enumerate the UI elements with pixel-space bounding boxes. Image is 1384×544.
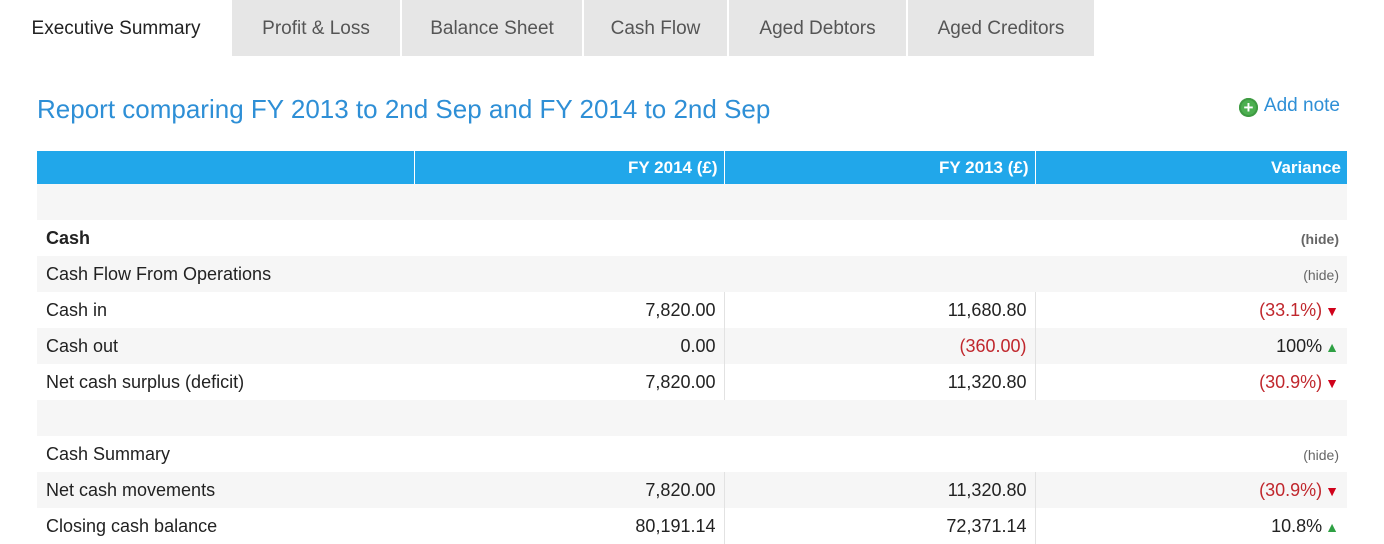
fy2013-value: 11,320.80 <box>724 472 1036 508</box>
row-label: Closing cash balance <box>46 515 218 536</box>
arrow-down-icon: ▼ <box>1325 482 1339 499</box>
arrow-up-icon: ▲ <box>1325 338 1339 355</box>
row-label: Cash in <box>46 299 108 320</box>
spacer-row <box>37 184 1347 220</box>
tab-executive-summary[interactable]: Executive Summary <box>0 0 232 56</box>
table-row: Net cash movements 7,820.00 11,320.80 (3… <box>37 472 1347 508</box>
section-cash-row: Cash (hide) <box>37 220 1347 256</box>
fy2014-value: 7,820.00 <box>414 364 725 400</box>
row-label: Cash out <box>37 328 414 364</box>
tab-profit-loss[interactable]: Profit & Loss <box>232 0 400 56</box>
fy2014-value: 80,191.14 <box>414 508 725 544</box>
row-label: Net cash movements <box>37 472 414 508</box>
arrow-up-icon: ▲ <box>1325 518 1339 535</box>
arrow-down-icon: ▼ <box>1325 374 1339 391</box>
tab-aged-creditors[interactable]: Aged Creditors <box>908 0 1094 56</box>
variance-value: (33.1%) <box>1259 299 1323 320</box>
section-label: Cash <box>46 227 91 248</box>
arrow-down-icon: ▼ <box>1325 302 1339 319</box>
header-fy2014: FY 2014 (£) <box>413 151 724 184</box>
cash-report-table: FY 2014 (£) FY 2013 (£) Variance Cash (h… <box>37 151 1347 544</box>
header-label-col <box>37 151 414 184</box>
report-title: Report comparing FY 2013 to 2nd Sep and … <box>37 94 771 124</box>
subsection-label: Cash Flow From Operations <box>37 256 414 292</box>
fy2014-value: 7,820.00 <box>414 472 725 508</box>
subsection-summary-row: Cash Summary (hide) <box>37 436 1347 472</box>
fy2013-value: 72,371.14 <box>724 508 1036 544</box>
fy2013-value: 11,320.80 <box>724 364 1036 400</box>
add-icon: + <box>1238 98 1258 117</box>
subsection-label: Cash Summary <box>46 443 171 464</box>
report-tabs: Executive Summary Profit & Loss Balance … <box>0 0 1384 56</box>
table-row: Cash in 7,820.00 11,680.80 (33.1%) ▼ <box>37 292 1347 328</box>
fy2014-value: 0.00 <box>414 328 725 364</box>
hide-link[interactable]: (hide) <box>1303 267 1339 283</box>
tab-aged-debtors[interactable]: Aged Debtors <box>729 0 906 56</box>
add-note-button[interactable]: + Add note <box>1238 95 1340 117</box>
fy2014-value: 7,820.00 <box>414 292 725 328</box>
variance-value: (30.9%) <box>1259 479 1323 500</box>
variance-value: (30.9%) <box>1259 371 1323 392</box>
header-fy2013: FY 2013 (£) <box>723 151 1035 184</box>
header-variance: Variance <box>1034 151 1347 184</box>
add-note-label: Add note <box>1263 95 1340 116</box>
fy2013-value: 11,680.80 <box>724 292 1036 328</box>
spacer-row <box>37 400 1347 436</box>
variance-value: 100% <box>1276 335 1323 356</box>
table-row: Closing cash balance 80,191.14 72,371.14… <box>37 508 1347 544</box>
row-label: Net cash surplus (deficit) <box>46 371 245 392</box>
table-row: Cash out 0.00 (360.00) 100% ▲ <box>37 328 1347 364</box>
hide-link[interactable]: (hide) <box>1301 231 1339 247</box>
tab-cash-flow[interactable]: Cash Flow <box>584 0 727 56</box>
hide-link[interactable]: (hide) <box>1303 447 1339 463</box>
variance-value: 10.8% <box>1271 515 1323 536</box>
table-row: Net cash surplus (deficit) 7,820.00 11,3… <box>37 364 1347 400</box>
tab-balance-sheet[interactable]: Balance Sheet <box>402 0 582 56</box>
table-header-row: FY 2014 (£) FY 2013 (£) Variance <box>37 151 1347 184</box>
subsection-cfo-row: Cash Flow From Operations (hide) <box>37 256 1347 292</box>
fy2013-value: (360.00) <box>724 328 1036 364</box>
